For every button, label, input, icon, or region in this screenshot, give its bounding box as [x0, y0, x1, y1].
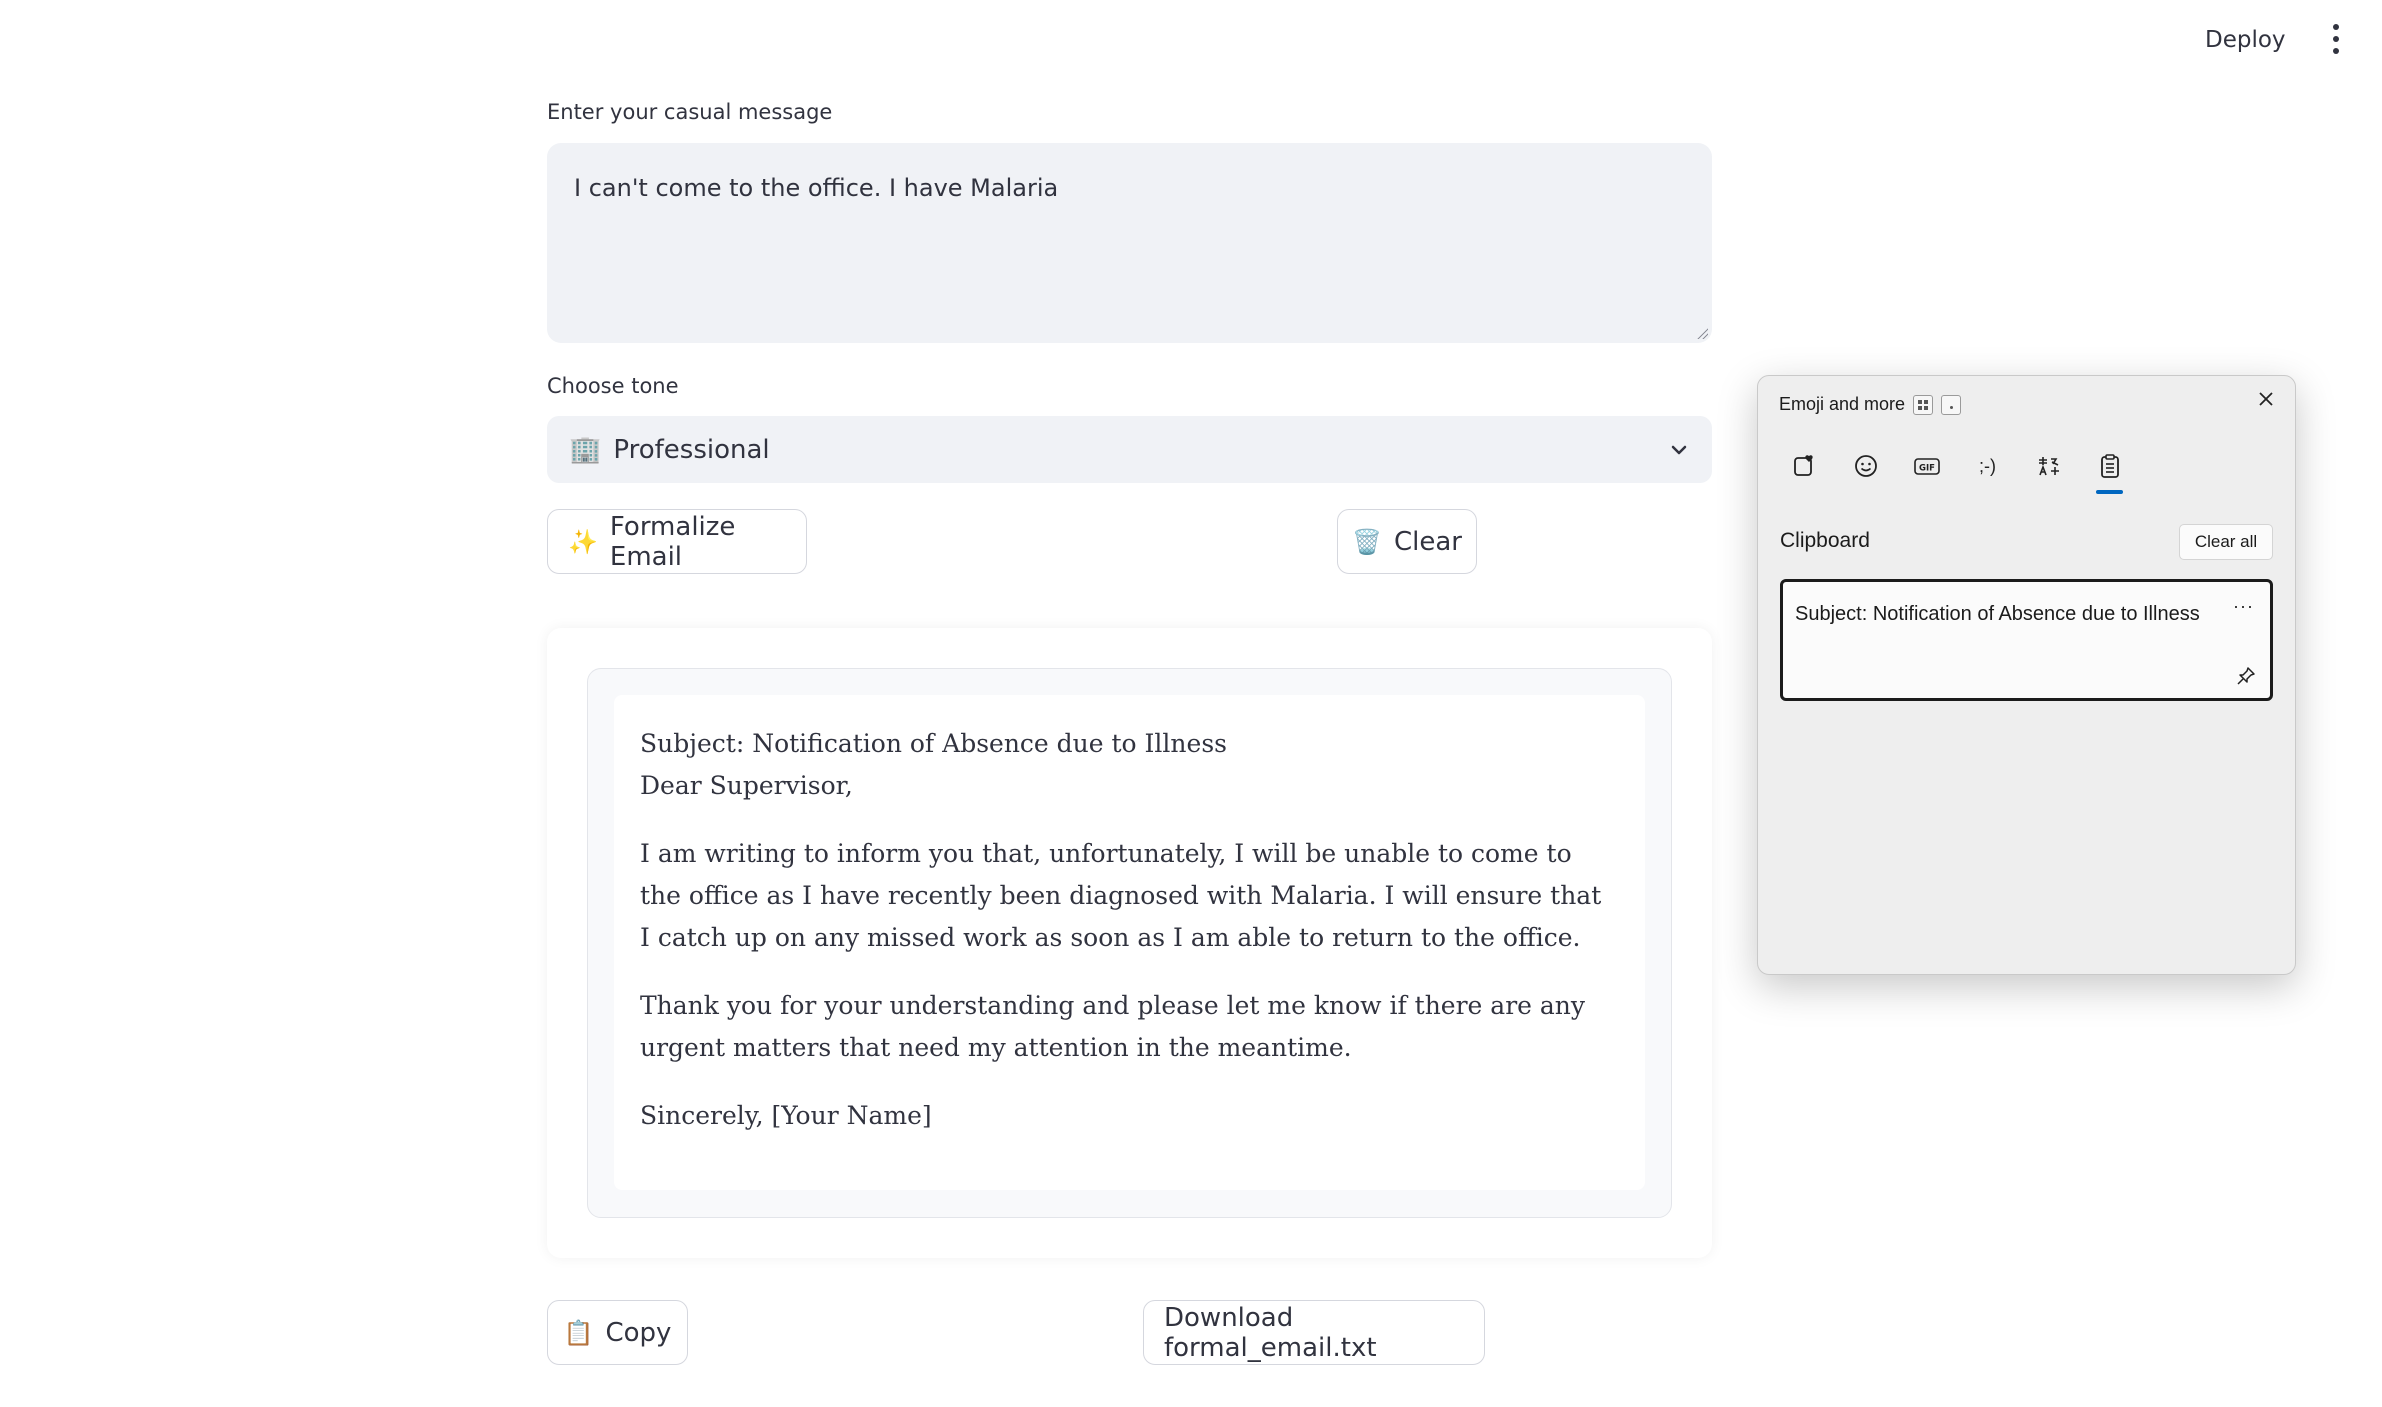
- clipboard-icon: [2100, 454, 2119, 478]
- chevron-down-icon: [1671, 445, 1687, 454]
- download-button[interactable]: Download formal_email.txt: [1143, 1300, 1485, 1365]
- message-text: I can't come to the office. I have Malar…: [574, 174, 1059, 202]
- formal-email-output: Subject: Notification of Absence due to …: [614, 695, 1645, 1190]
- formalize-email-button[interactable]: ✨ Formalize Email: [547, 509, 807, 574]
- email-greeting: Dear Supervisor,: [640, 771, 853, 800]
- clear-button[interactable]: 🗑️ Clear: [1337, 509, 1477, 574]
- favorites-icon: [1793, 455, 1813, 476]
- clipboard-item-text: Subject: Notification of Absence due to …: [1795, 603, 2200, 625]
- tone-selected-value: Professional: [613, 434, 770, 465]
- clipboard-emoji-icon: 📋: [563, 1318, 594, 1347]
- close-icon[interactable]: [2253, 386, 2279, 412]
- output-container: Subject: Notification of Absence due to …: [547, 628, 1712, 1258]
- email-signoff: Sincerely, [Your Name]: [640, 1101, 932, 1130]
- tab-gif[interactable]: GIF: [1910, 446, 1943, 486]
- windows-key-icon: [1913, 394, 1934, 415]
- resize-grip-icon[interactable]: [1696, 327, 1708, 339]
- clipboard-heading: Clipboard: [1780, 529, 1870, 552]
- emoji-panel-header: Emoji and more: [1779, 394, 1962, 415]
- formalize-email-label: Formalize Email: [609, 511, 736, 572]
- deploy-button[interactable]: Deploy: [2205, 20, 2286, 60]
- message-textarea[interactable]: I can't come to the office. I have Malar…: [547, 143, 1712, 343]
- sparkles-icon: ✨: [568, 527, 598, 556]
- emoji-panel-title: Emoji and more: [1779, 394, 1906, 414]
- email-paragraph-1: I am writing to inform you that, unfortu…: [640, 839, 1602, 952]
- tab-emoji[interactable]: [1849, 446, 1882, 486]
- email-paragraph-2: Thank you for your understanding and ple…: [640, 991, 1586, 1062]
- symbols-icon: [2038, 457, 2059, 476]
- kebab-menu-icon: [2333, 24, 2339, 30]
- clipboard-item[interactable]: Subject: Notification of Absence due to …: [1780, 579, 2273, 701]
- wastebasket-icon: 🗑️: [1352, 527, 1382, 556]
- emoji-panel-tabs: GIF ;-): [1788, 446, 2126, 494]
- clear-label: Clear: [1393, 526, 1462, 557]
- output-card: Subject: Notification of Absence due to …: [587, 668, 1672, 1218]
- tab-favorites[interactable]: [1788, 446, 1821, 486]
- gif-icon: GIF: [1913, 458, 1940, 475]
- more-options-icon[interactable]: ···: [2233, 590, 2254, 622]
- emoji-panel: Emoji and more GIF ;-) Clipboard Clear a…: [1757, 375, 2296, 975]
- office-building-icon: 🏢: [569, 434, 602, 465]
- email-subject: Subject: Notification of Absence due to …: [640, 729, 1227, 758]
- download-label: Download formal_email.txt: [1164, 1302, 1377, 1363]
- tone-label: Choose tone: [547, 374, 679, 398]
- copy-button[interactable]: 📋 Copy: [547, 1300, 688, 1365]
- kaomoji-icon: ;-): [1979, 455, 1996, 476]
- main-menu-button[interactable]: [2328, 24, 2344, 54]
- clear-all-button[interactable]: Clear all: [2179, 524, 2273, 560]
- tab-kaomoji[interactable]: ;-): [1971, 446, 2004, 486]
- period-key-icon: [1941, 394, 1962, 415]
- message-label: Enter your casual message: [547, 100, 833, 124]
- tab-clipboard[interactable]: [2093, 446, 2126, 494]
- pin-icon[interactable]: [2236, 666, 2256, 686]
- svg-text:GIF: GIF: [1919, 464, 1935, 474]
- copy-label: Copy: [605, 1317, 672, 1348]
- emoji-icon: [1854, 455, 1877, 477]
- tone-select[interactable]: 🏢 Professional: [547, 416, 1712, 483]
- tab-symbols[interactable]: [2032, 446, 2065, 486]
